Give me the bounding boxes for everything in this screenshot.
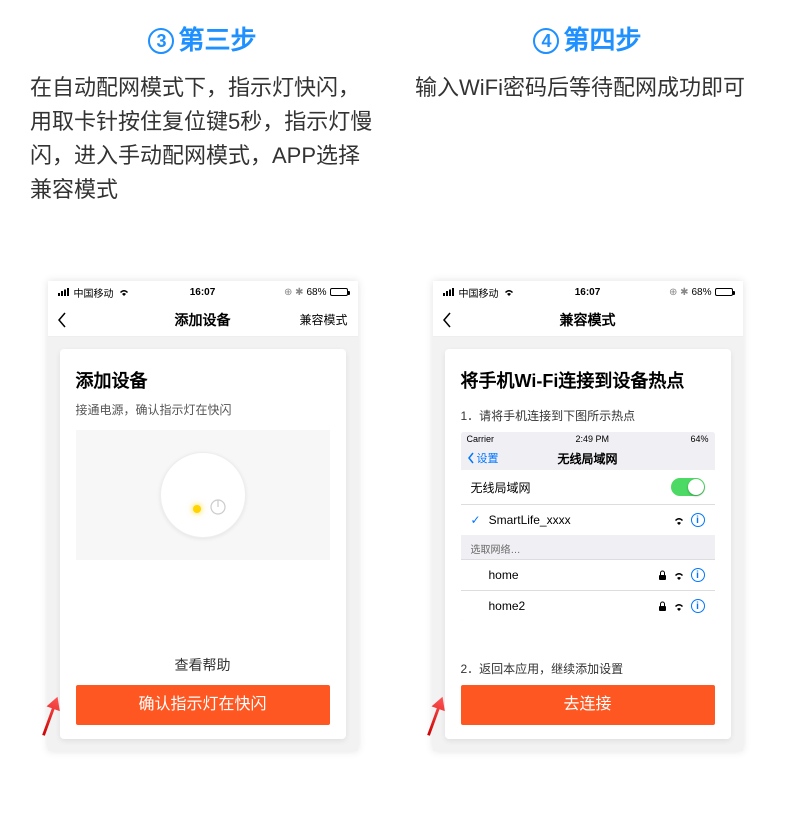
phone-screenshot-right: 中国移动 16:07 ⊕ ✱ 68%: [433, 281, 743, 751]
nav-bar: 添加设备 兼容模式: [48, 303, 358, 337]
step3-title: 3第三步: [30, 20, 375, 57]
battery-icon: [715, 288, 733, 296]
wifi-network-name: home: [471, 568, 519, 582]
status-bar: 中国移动 16:07 ⊕ ✱ 68%: [433, 281, 743, 303]
wifi-signal-icon: [673, 601, 685, 611]
guide-step2: 2．返回本应用，继续添加设置: [461, 660, 715, 677]
card-heading: 添加设备: [76, 367, 330, 393]
help-link[interactable]: 查看帮助: [76, 655, 330, 675]
ws-time: 2:49 PM: [575, 434, 609, 444]
wifi-signal-icon: [673, 515, 685, 525]
wifi-network-row[interactable]: home i: [461, 559, 715, 590]
info-icon[interactable]: i: [691, 513, 705, 527]
wifi-toggle-row[interactable]: 无线局域网: [461, 470, 715, 504]
ws-battery: 64%: [690, 434, 708, 444]
toggle-on-icon[interactable]: [671, 478, 705, 496]
step4-title: 4第四步: [415, 20, 760, 57]
info-icon[interactable]: i: [691, 599, 705, 613]
status-bar: 中国移动 16:07 ⊕ ✱ 68%: [48, 281, 358, 303]
status-time: 16:07: [48, 287, 358, 298]
lock-icon: [658, 570, 667, 581]
confirm-blink-button[interactable]: 确认指示灯在快闪: [76, 685, 330, 725]
back-button[interactable]: [441, 303, 453, 336]
nav-right-mode[interactable]: 兼容模式: [299, 303, 347, 336]
info-icon[interactable]: i: [691, 568, 705, 582]
wifi-network-row[interactable]: home2 i: [461, 590, 715, 621]
wifi-settings-screenshot: Carrier 2:49 PM 64% 设置 无线局域网: [461, 432, 715, 621]
lock-icon: [658, 601, 667, 612]
card-subtitle: 接通电源，确认指示灯在快闪: [76, 401, 330, 418]
guide-step1: 1．请将手机连接到下图所示热点: [461, 407, 715, 424]
back-button[interactable]: [56, 303, 68, 336]
check-icon: ✓: [471, 513, 481, 527]
device-illustration: [76, 430, 330, 560]
power-icon: [209, 498, 227, 516]
phone-screenshot-left: 中国移动 16:07 ⊕ ✱ 68%: [48, 281, 358, 751]
led-indicator-icon: [193, 505, 201, 513]
ws-nav-title: 无线局域网: [557, 450, 617, 467]
wifi-connected-row[interactable]: ✓ SmartLife_xxxx i: [461, 504, 715, 535]
battery-icon: [330, 288, 348, 296]
wifi-connected-name: SmartLife_xxxx: [489, 513, 571, 527]
wifi-signal-icon: [673, 570, 685, 580]
ws-carrier: Carrier: [467, 434, 495, 444]
status-time: 16:07: [433, 287, 743, 298]
nav-title: 兼容模式: [560, 310, 616, 330]
card-heading: 将手机Wi-Fi连接到设备热点: [461, 367, 715, 393]
ws-back-button[interactable]: 设置: [467, 450, 499, 466]
go-connect-button[interactable]: 去连接: [461, 685, 715, 725]
ws-section-label: 选取网络…: [461, 535, 715, 559]
nav-title: 添加设备: [175, 310, 231, 330]
nav-bar: 兼容模式: [433, 303, 743, 337]
step3-desc: 在自动配网模式下，指示灯快闪，用取卡针按住复位键5秒，指示灯慢闪，进入手动配网模…: [30, 71, 375, 261]
step4-desc: 输入WiFi密码后等待配网成功即可: [415, 71, 760, 261]
wifi-network-name: home2: [471, 599, 526, 613]
wifi-toggle-label: 无线局域网: [471, 479, 531, 496]
